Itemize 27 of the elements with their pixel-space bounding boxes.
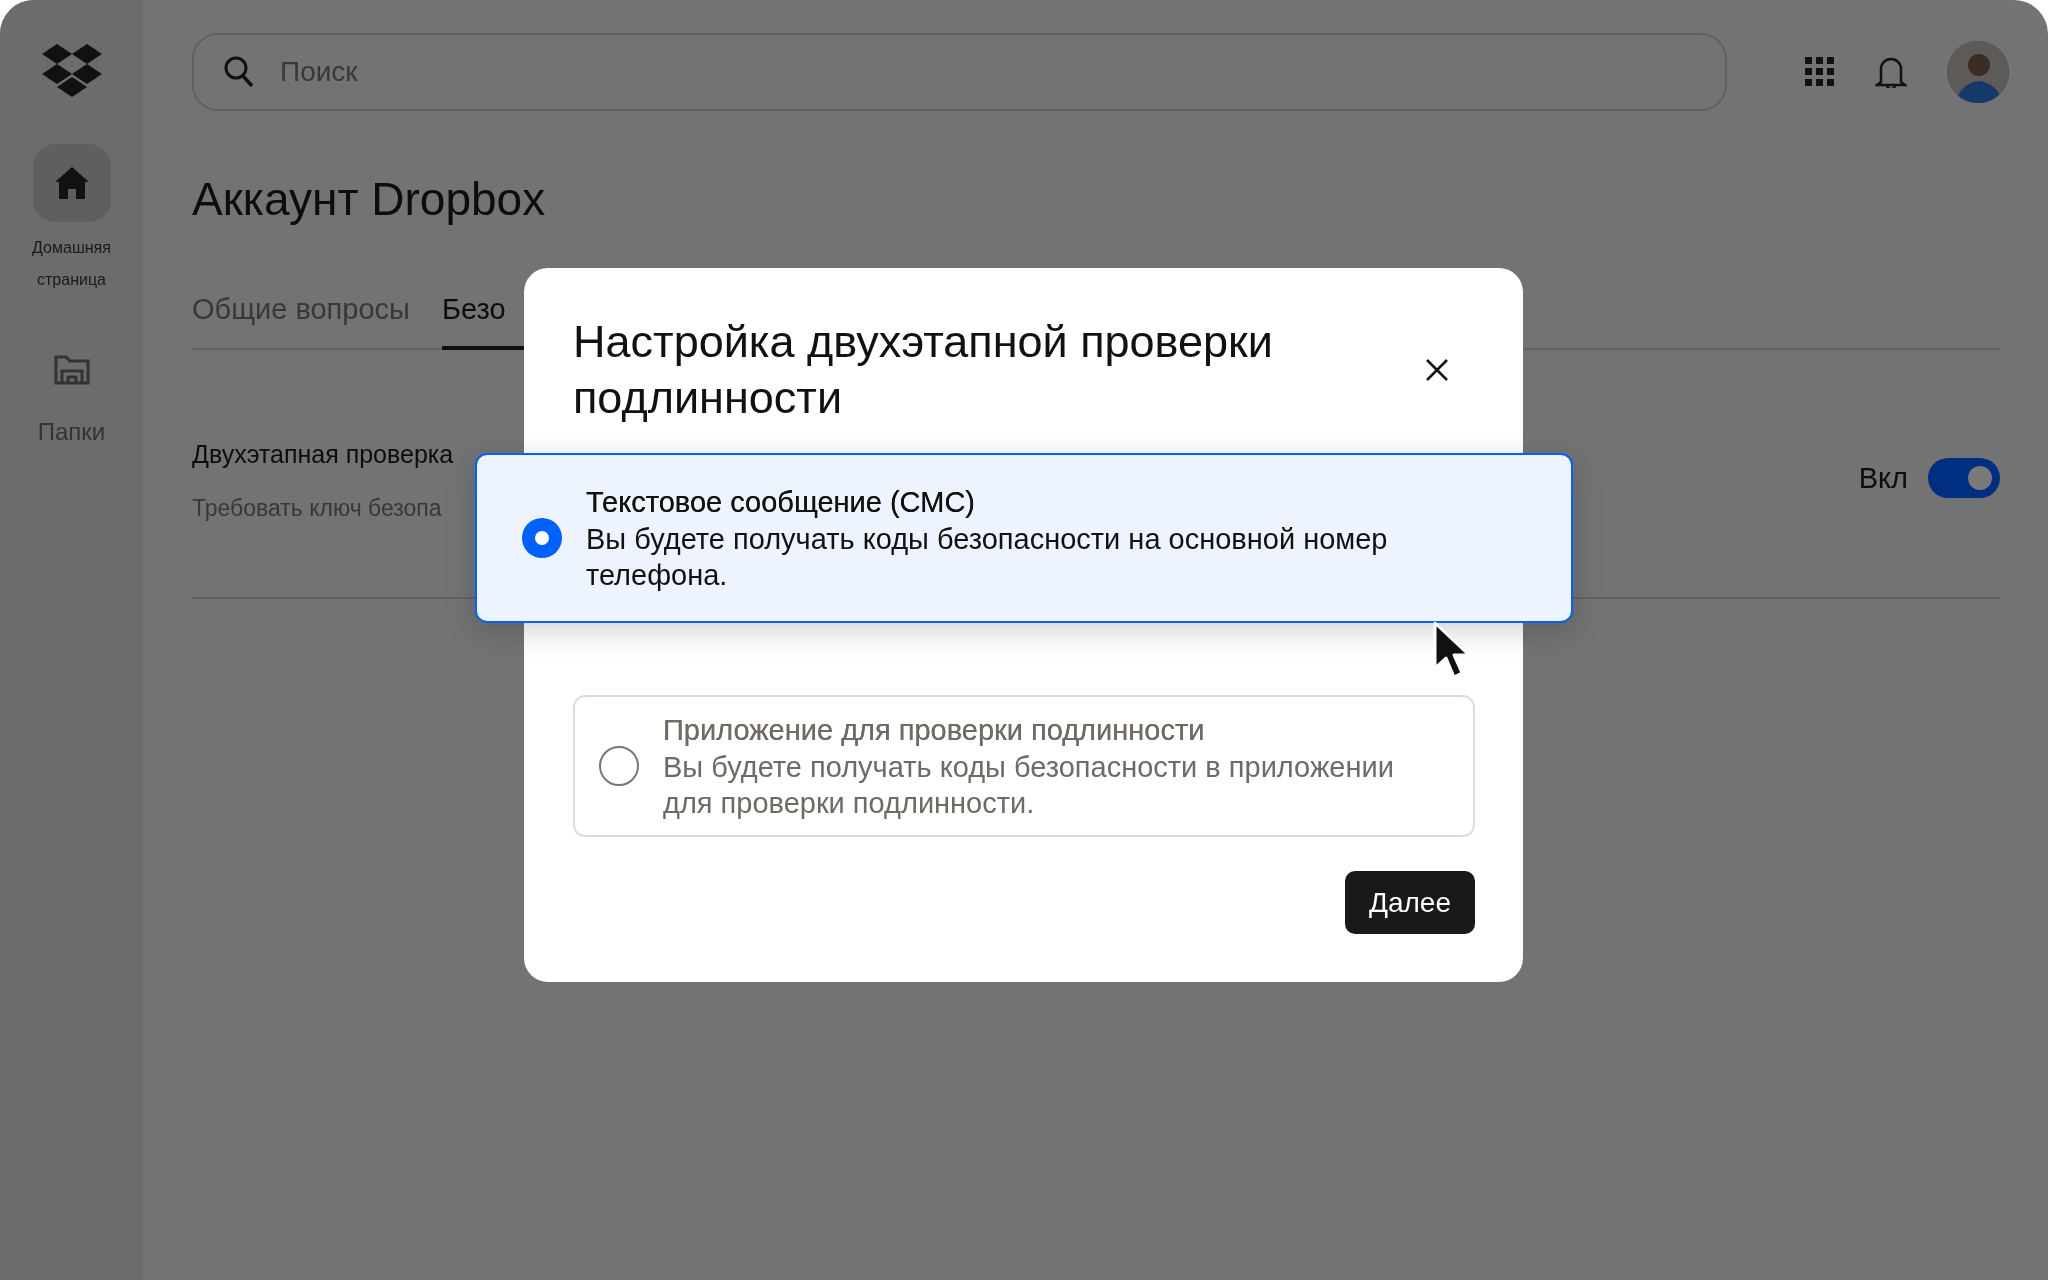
sidebar-label: Папки [36, 418, 107, 446]
sidebar-button[interactable] [32, 144, 111, 222]
close-icon [1425, 358, 1449, 382]
option-description: Вы будете получать коды безопасности в приложении для проверки подлинности. [663, 750, 1395, 821]
bell-icon[interactable] [1875, 56, 1907, 88]
logo-icon[interactable] [40, 44, 103, 98]
apps-grid-icon[interactable] [1805, 57, 1835, 87]
option-description: Вы будете получать коды безопасности на основной номер телефона. [586, 522, 1389, 593]
home-icon [53, 166, 90, 200]
option-title: Текстовое сообщение (СМС) [586, 485, 976, 520]
page-title: Аккаунт Dropbox [192, 172, 547, 226]
dialog-title: Настройка двухэтапной проверки подлинности [573, 315, 1274, 425]
setting-description: Требовать ключ безопа [192, 495, 443, 522]
search-field[interactable]: Поиск [192, 33, 1727, 111]
toggle-switch[interactable] [1928, 458, 2000, 498]
option-title: Приложение для проверки подлинности [663, 713, 1206, 748]
radio-button[interactable] [599, 746, 639, 786]
search-icon [224, 56, 254, 88]
avatar[interactable] [1947, 41, 2009, 103]
option-card[interactable]: Текстовое сообщение (СМС) Вы будете получать коды безопасности на основной номер телефона. [475, 453, 1573, 623]
sidebar-label: Домашняя страница [31, 238, 112, 290]
toggle-label: Вкл [1858, 461, 1908, 495]
radio-button[interactable] [522, 518, 562, 558]
option-card[interactable]: Приложение для проверки подлинности Вы будете получать коды безопасности в приложении для проверки подлинности. [573, 695, 1475, 837]
setting-title: Двухэтапная проверка [192, 440, 454, 469]
folder-icon [53, 353, 90, 385]
next-button[interactable]: Далее [1344, 871, 1475, 934]
